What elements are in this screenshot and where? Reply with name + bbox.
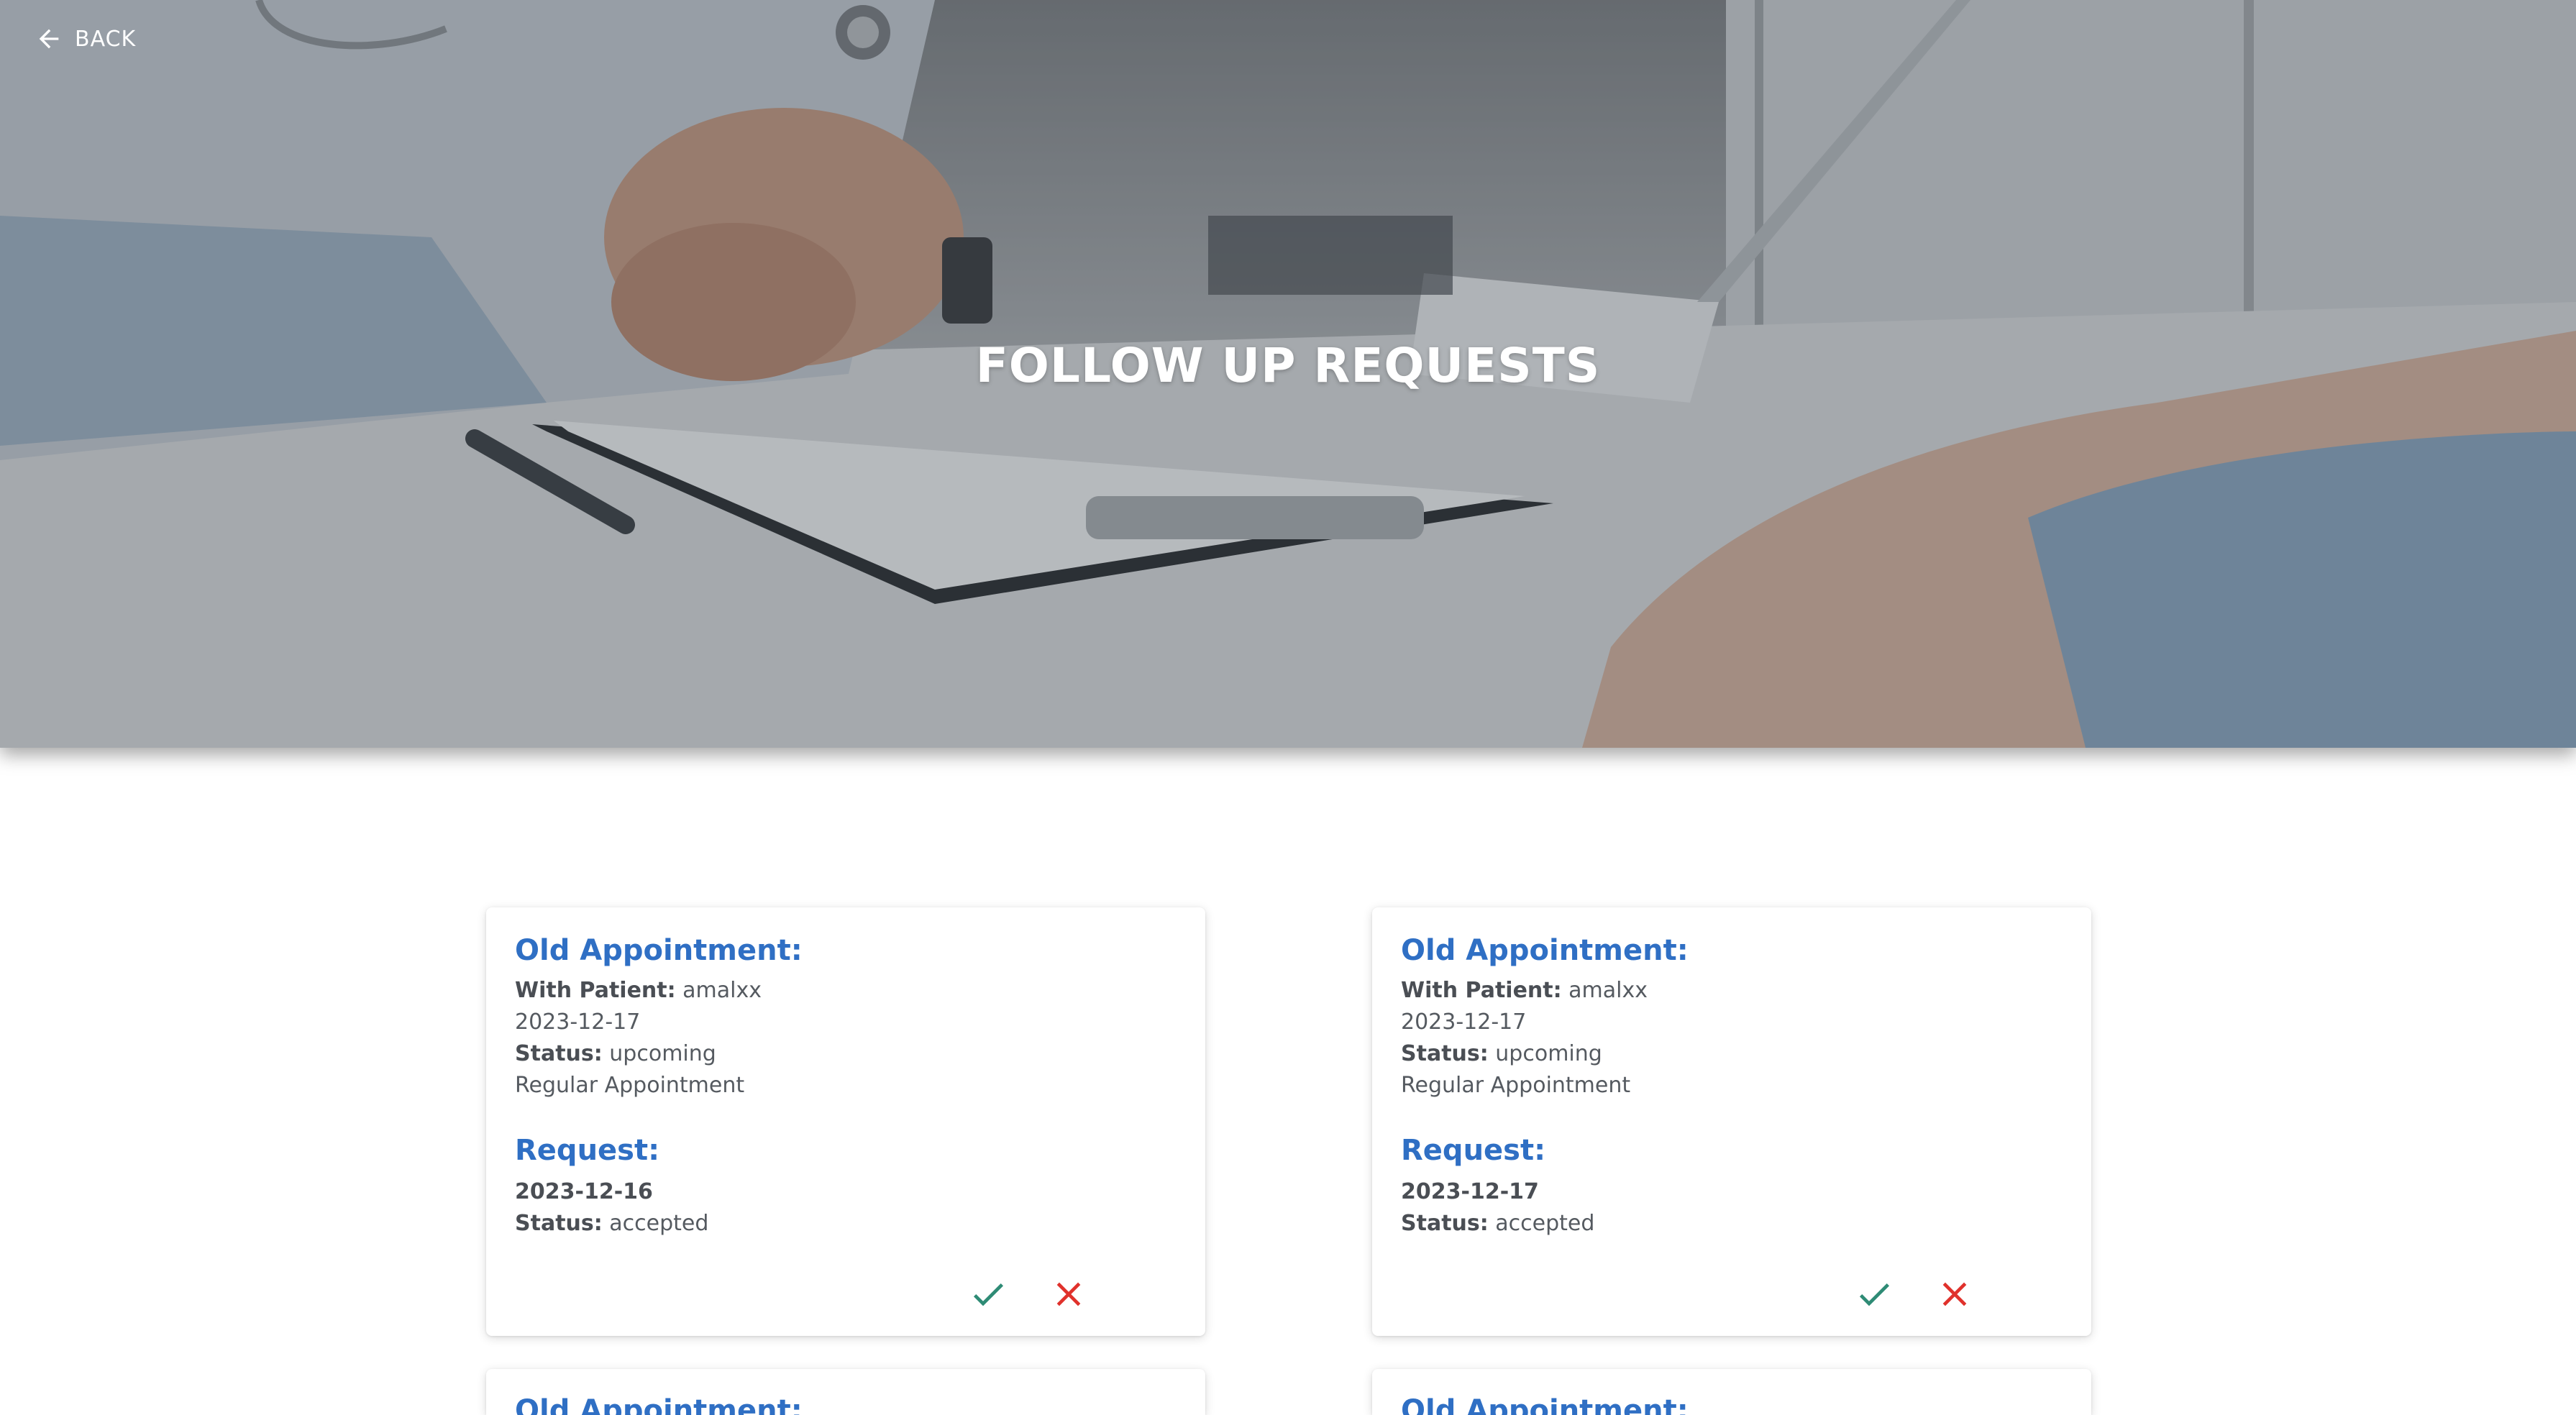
old-appointment-heading: Old Appointment: — [1401, 934, 1689, 967]
follow-up-card: Old Appointment: With Patient: amalxx 20… — [486, 907, 1205, 1336]
old-appointment-heading: Old Appointment: — [1401, 1394, 1689, 1415]
request-heading: Request: — [1401, 1134, 1546, 1167]
patient-label: With Patient: — [1401, 978, 1562, 1003]
card-actions — [1853, 1273, 1976, 1316]
old-appointment-date: 2023-12-17 — [1401, 1009, 1527, 1035]
close-icon — [1056, 1282, 1081, 1306]
status-label: Status: — [1401, 1041, 1489, 1066]
request-status-value: accepted — [609, 1211, 709, 1236]
page-title: FOLLOW UP REQUESTS — [975, 338, 1601, 393]
appointment-type: Regular Appointment — [515, 1073, 745, 1098]
old-status-line: Status: upcoming — [1401, 1038, 2063, 1070]
follow-up-card: Old Appointment: — [1372, 1369, 2091, 1415]
old-appointment-heading: Old Appointment: — [515, 1394, 803, 1415]
close-icon — [1942, 1282, 1967, 1306]
back-button[interactable]: BACK — [35, 24, 136, 53]
check-icon — [973, 1283, 1003, 1306]
patient-line: With Patient: amalxx — [1401, 975, 2063, 1007]
request-heading: Request: — [515, 1134, 660, 1167]
request-status-line: Status: accepted — [515, 1208, 1177, 1240]
old-status-value: upcoming — [1495, 1041, 1602, 1066]
patient-line: With Patient: amalxx — [515, 975, 1177, 1007]
request-status-value: accepted — [1495, 1211, 1595, 1236]
request-status-label: Status: — [515, 1211, 603, 1236]
request-date: 2023-12-16 — [515, 1179, 653, 1204]
patient-name: amalxx — [682, 978, 762, 1003]
follow-up-card: Old Appointment: — [486, 1369, 1205, 1415]
request-status-line: Status: accepted — [1401, 1208, 2063, 1240]
request-status-label: Status: — [1401, 1211, 1489, 1236]
accept-button[interactable] — [967, 1273, 1010, 1316]
old-appointment-heading: Old Appointment: — [515, 934, 803, 967]
status-label: Status: — [515, 1041, 603, 1066]
reject-button[interactable] — [1047, 1273, 1090, 1316]
old-status-value: upcoming — [609, 1041, 716, 1066]
patient-name: amalxx — [1568, 978, 1648, 1003]
reject-button[interactable] — [1933, 1273, 1976, 1316]
appointment-type: Regular Appointment — [1401, 1073, 1631, 1098]
check-icon — [1859, 1283, 1889, 1306]
old-status-line: Status: upcoming — [515, 1038, 1177, 1070]
patient-label: With Patient: — [515, 978, 676, 1003]
request-date: 2023-12-17 — [1401, 1179, 1539, 1204]
card-actions — [967, 1273, 1090, 1316]
hero-banner: BACK FOLLOW UP REQUESTS — [0, 0, 2576, 748]
old-appointment-date: 2023-12-17 — [515, 1009, 641, 1035]
back-button-label: BACK — [75, 26, 137, 52]
follow-up-card: Old Appointment: With Patient: amalxx 20… — [1372, 907, 2091, 1336]
arrow-left-icon — [39, 29, 59, 49]
accept-button[interactable] — [1853, 1273, 1896, 1316]
